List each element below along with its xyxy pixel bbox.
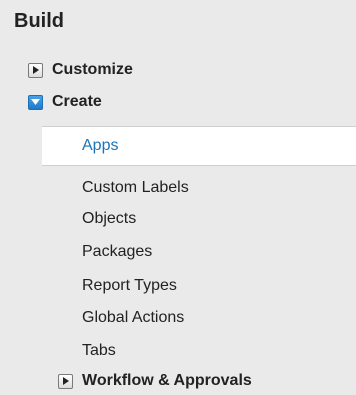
tree-subitem-objects[interactable]: Objects [82, 209, 136, 229]
expand-arrow-icon[interactable] [28, 62, 43, 78]
expand-arrow-icon[interactable] [58, 373, 73, 389]
tree-subitem-packages[interactable]: Packages [82, 242, 152, 262]
tree-item-customize[interactable]: Customize [28, 60, 133, 80]
tree-subitem-apps[interactable]: Apps [42, 126, 356, 166]
tree-item-customize-label: Customize [52, 61, 133, 78]
tree-subitem-tabs[interactable]: Tabs [82, 341, 116, 361]
tree-item-workflow-approvals[interactable]: Workflow & Approvals [58, 371, 252, 391]
collapse-arrow-icon[interactable] [28, 94, 43, 110]
build-section-title: Build [14, 10, 64, 32]
tree-subitem-apps-label: Apps [82, 137, 119, 154]
tree-subitem-report-types[interactable]: Report Types [82, 276, 177, 296]
tree-item-create[interactable]: Create [28, 92, 102, 112]
tree-subitem-custom-labels[interactable]: Custom Labels [82, 178, 189, 198]
tree-subitem-global-actions[interactable]: Global Actions [82, 308, 184, 328]
tree-item-create-label: Create [52, 93, 102, 110]
tree-item-workflow-approvals-label: Workflow & Approvals [82, 372, 252, 389]
